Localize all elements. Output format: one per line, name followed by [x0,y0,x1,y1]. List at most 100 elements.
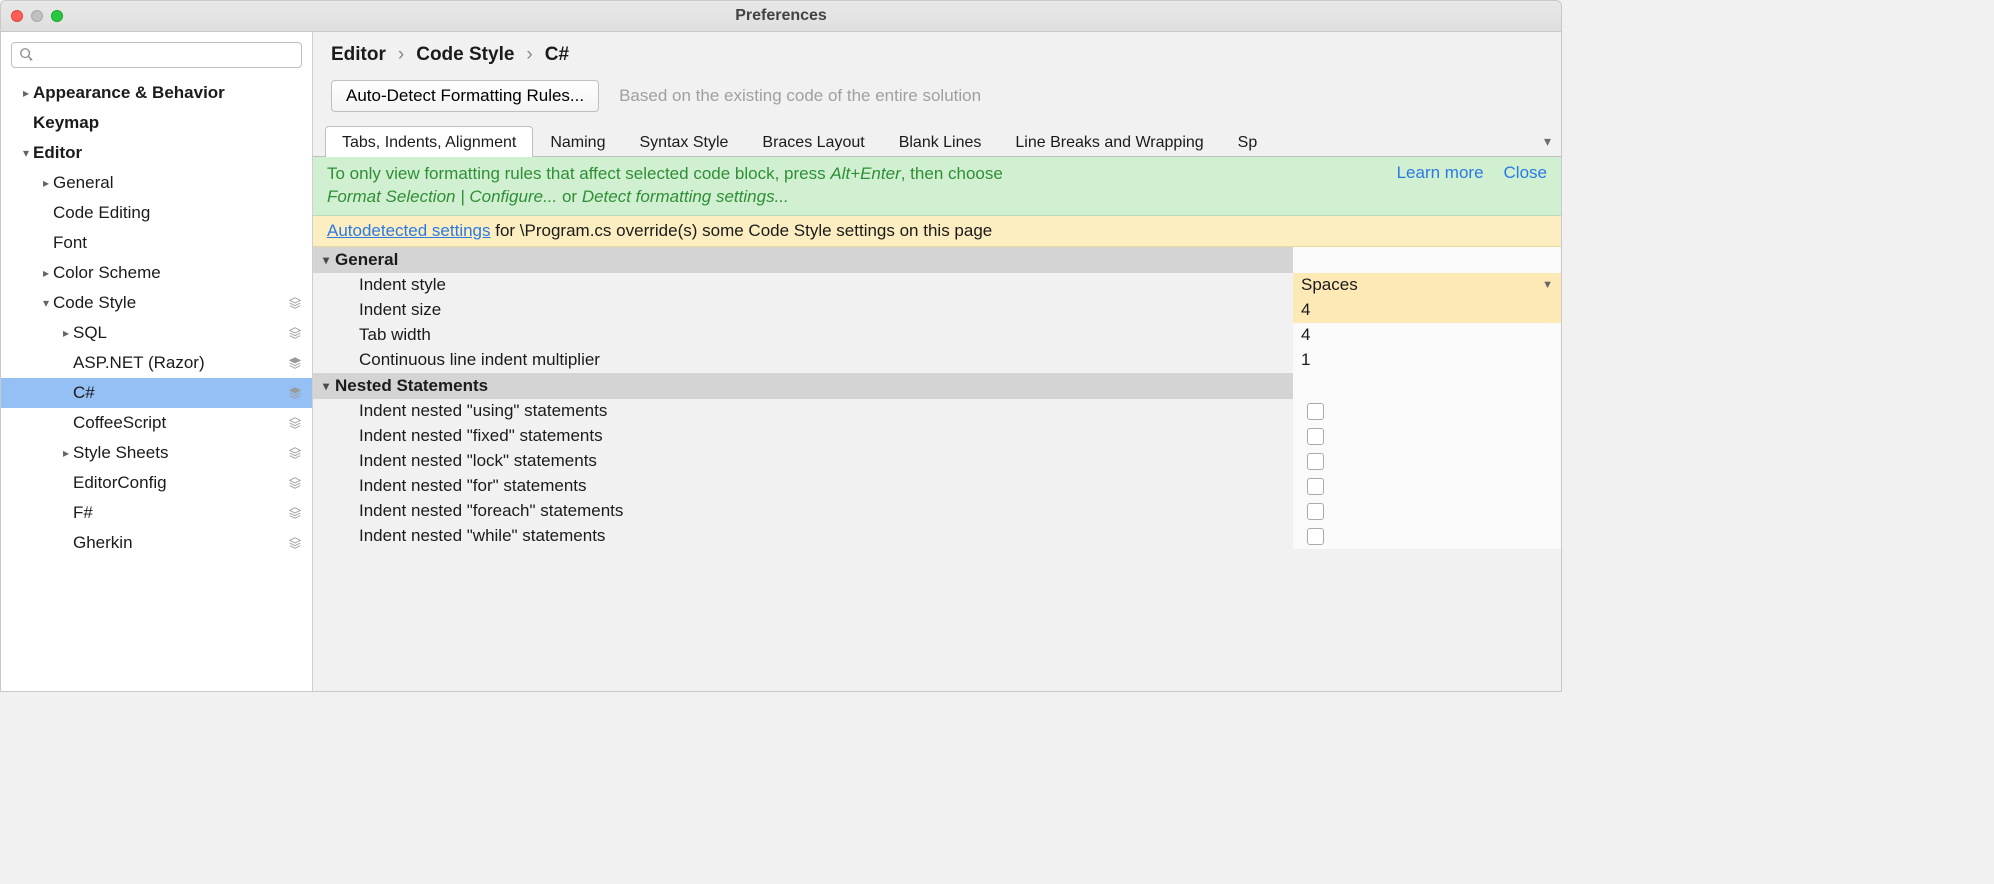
sidebar-item-asp-net-razor-[interactable]: ASP.NET (Razor) [1,348,312,378]
tab-blank-lines[interactable]: Blank Lines [882,126,999,157]
section-header-spacer [1293,373,1561,399]
sidebar-item-label: Keymap [33,113,312,133]
chevron-down-icon: ▾ [19,146,33,160]
layers-icon [288,326,302,340]
layers-icon [288,536,302,550]
autodetected-settings-link[interactable]: Autodetected settings [327,221,491,240]
sidebar-item-color-scheme[interactable]: ▸Color Scheme [1,258,312,288]
checkbox[interactable] [1307,478,1324,495]
sidebar-item-label: Appearance & Behavior [33,83,312,103]
sidebar-item-label: Editor [33,143,312,163]
tabs: Tabs, Indents, AlignmentNamingSyntax Sty… [313,112,1561,157]
sidebar-item-appearance-behavior[interactable]: ▸Appearance & Behavior [1,78,312,108]
minimize-icon [31,10,43,22]
setting-value [1293,424,1561,449]
setting-value [1293,524,1561,549]
breadcrumb: Editor › Code Style › C# [313,32,1561,66]
sidebar-item-general[interactable]: ▸General [1,168,312,198]
tab-naming[interactable]: Naming [533,126,622,157]
layers-icon [288,356,302,370]
sidebar-item-label: Font [53,233,312,253]
sidebar-item-keymap[interactable]: Keymap [1,108,312,138]
setting-value[interactable]: 4 [1293,298,1561,323]
tab-syntax-style[interactable]: Syntax Style [622,126,745,157]
tab-line-breaks-and-wrapping[interactable]: Line Breaks and Wrapping [998,126,1220,157]
section-title: General [335,250,398,270]
chevron-down-icon: ▼ [1542,279,1553,291]
layers-icon [288,506,302,520]
checkbox[interactable] [1307,503,1324,520]
breadcrumb-item[interactable]: Editor [331,44,386,66]
tip-banner-yellow: Autodetected settings for \Program.cs ov… [313,216,1561,247]
sidebar-item-label: Style Sheets [73,443,288,463]
sidebar-item-label: General [53,173,312,193]
sidebar-item-gherkin[interactable]: Gherkin [1,528,312,558]
setting-value[interactable]: 4 [1293,323,1561,348]
learn-more-link[interactable]: Learn more [1397,163,1484,183]
sidebar: ▸Appearance & BehaviorKeymap▾Editor▸Gene… [1,32,313,691]
setting-label: Indent nested "foreach" statements [313,499,1293,524]
checkbox[interactable] [1307,453,1324,470]
maximize-icon[interactable] [51,10,63,22]
text-value: 4 [1301,325,1310,345]
search-input[interactable] [11,42,302,68]
setting-label: Indent style [313,273,1293,298]
close-icon[interactable] [11,10,23,22]
tab-sp[interactable]: Sp [1221,126,1275,157]
setting-label: Indent nested "while" statements [313,524,1293,549]
sidebar-item-label: Gherkin [73,533,288,553]
layers-icon [288,476,302,490]
action-hint: Based on the existing code of the entire… [619,86,981,106]
setting-label: Continuous line indent multiplier [313,348,1293,373]
sidebar-item-code-editing[interactable]: Code Editing [1,198,312,228]
sidebar-item-label: CoffeeScript [73,413,288,433]
breadcrumb-item[interactable]: Code Style [416,44,514,66]
section-header-spacer [1293,247,1561,273]
auto-detect-button[interactable]: Auto-Detect Formatting Rules... [331,80,599,112]
setting-value [1293,474,1561,499]
main-panel: Editor › Code Style › C# Auto-Detect For… [313,32,1561,691]
chevron-down-icon: ▾ [323,379,329,393]
tab-tabs-indents-alignment[interactable]: Tabs, Indents, Alignment [325,126,533,157]
chevron-right-icon: ▸ [59,446,73,460]
text-value: 1 [1301,350,1310,370]
section-header-nested-statements[interactable]: ▾Nested Statements [313,373,1293,399]
sidebar-item-font[interactable]: Font [1,228,312,258]
chevron-right-icon: ▸ [39,176,53,190]
checkbox[interactable] [1307,528,1324,545]
setting-value[interactable]: 1 [1293,348,1561,373]
sidebar-item-sql[interactable]: ▸SQL [1,318,312,348]
sidebar-item-label: ASP.NET (Razor) [73,353,288,373]
chevron-down-icon[interactable]: ▾ [1534,126,1561,156]
chevron-right-icon: ▸ [59,326,73,340]
sidebar-item-style-sheets[interactable]: ▸Style Sheets [1,438,312,468]
tab-braces-layout[interactable]: Braces Layout [745,126,881,157]
tip-choice: Detect formatting settings... [582,187,789,206]
layers-icon [288,296,302,310]
setting-value [1293,449,1561,474]
setting-label: Indent nested "lock" statements [313,449,1293,474]
sidebar-item-label: C# [73,383,288,403]
checkbox[interactable] [1307,403,1324,420]
setting-label: Tab width [313,323,1293,348]
setting-value[interactable]: Spaces▼ [1293,273,1561,298]
close-link[interactable]: Close [1504,163,1547,183]
sidebar-item-coffeescript[interactable]: CoffeeScript [1,408,312,438]
sidebar-item-code-style[interactable]: ▾Code Style [1,288,312,318]
tip-text: To only view formatting rules that affec… [327,164,830,183]
sidebar-item-f-[interactable]: F# [1,498,312,528]
tip-banner-green: To only view formatting rules that affec… [313,157,1561,216]
sidebar-item-editor[interactable]: ▾Editor [1,138,312,168]
setting-label: Indent nested "using" statements [313,399,1293,424]
traffic-lights [11,10,63,22]
sidebar-item-editorconfig[interactable]: EditorConfig [1,468,312,498]
setting-label: Indent size [313,298,1293,323]
chevron-right-icon: ▸ [39,266,53,280]
text-value: 4 [1301,300,1310,320]
sidebar-item-c-[interactable]: C# [1,378,312,408]
checkbox[interactable] [1307,428,1324,445]
settings-tree: ▸Appearance & BehaviorKeymap▾Editor▸Gene… [1,74,312,562]
tip-text: for \Program.cs override(s) some Code St… [491,221,993,240]
section-header-general[interactable]: ▾General [313,247,1293,273]
sidebar-item-label: Code Editing [53,203,312,223]
